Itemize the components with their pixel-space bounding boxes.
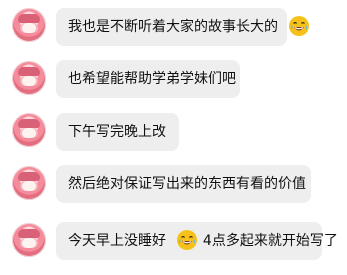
- message-row: 下午写完晚上改: [0, 104, 347, 156]
- message-bubble[interactable]: 我也是不断听着大家的故事长大的: [56, 8, 310, 46]
- message-row: 然后绝对保证写出来的东西有看的价值: [0, 156, 347, 208]
- user-avatar[interactable]: [12, 166, 46, 200]
- user-avatar[interactable]: [12, 61, 46, 95]
- message-text-after-emoji: 4点多起来就开始写了: [202, 233, 338, 249]
- user-avatar[interactable]: [12, 8, 46, 42]
- message-bubble[interactable]: 然后绝对保证写出来的东西有看的价值: [56, 165, 311, 203]
- user-avatar[interactable]: [12, 113, 46, 147]
- message-bubble[interactable]: 也希望能帮助学弟学妹们吧: [56, 60, 240, 98]
- message-bubble[interactable]: 下午写完晚上改: [56, 113, 179, 151]
- message-text: 然后绝对保证写出来的东西有看的价值: [68, 176, 306, 192]
- message-text: 我也是不断听着大家的故事长大的: [68, 19, 278, 35]
- chat-thread: 我也是不断听着大家的故事长大的 也希望能帮助学弟学妹们吧 下午写完晚上改 然后绝…: [0, 0, 347, 275]
- message-text: 下午写完晚上改: [68, 124, 166, 140]
- message-text: 也希望能帮助学弟学妹们吧: [68, 71, 236, 87]
- user-avatar[interactable]: [12, 223, 46, 257]
- message-row: 也希望能帮助学弟学妹们吧: [0, 52, 347, 104]
- laughing-tears-face-icon: [289, 16, 310, 36]
- message-text-before-emoji: 今天早上没睡好: [68, 233, 166, 249]
- message-row: 今天早上没睡好 4点多起来就开始写了: [0, 208, 347, 260]
- message-row: 我也是不断听着大家的故事长大的: [0, 0, 347, 52]
- laughing-tears-face-icon: [177, 230, 198, 250]
- message-bubble[interactable]: 今天早上没睡好 4点多起来就开始写了: [56, 222, 338, 260]
